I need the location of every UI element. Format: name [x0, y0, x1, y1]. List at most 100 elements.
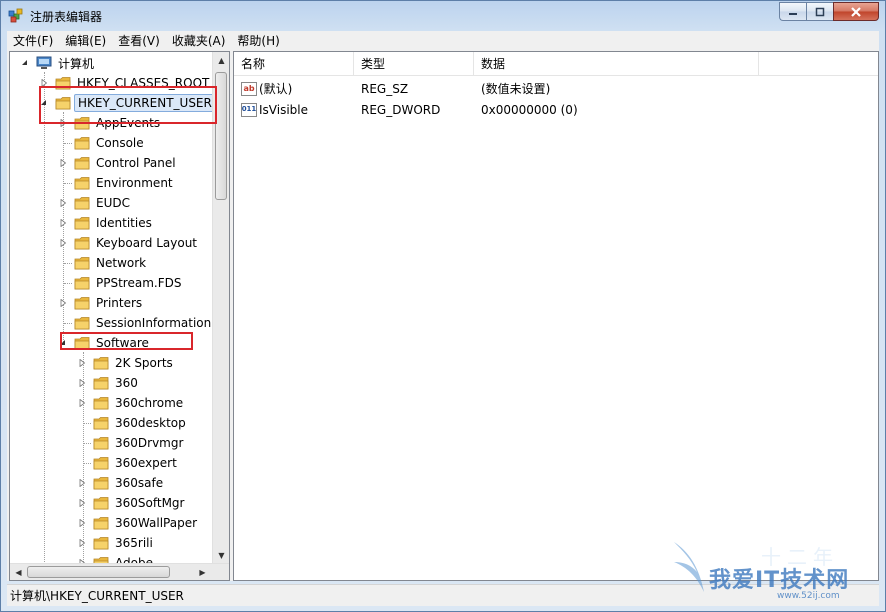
column-type[interactable]: 类型	[354, 52, 474, 76]
folder-icon	[74, 157, 90, 170]
expand-arrow-icon[interactable]	[77, 498, 87, 508]
scroll-right-arrow-icon[interactable]: ▶	[194, 564, 211, 580]
tree-horizontal-scrollbar[interactable]: ◀ ▶	[10, 563, 229, 580]
tree-label: Keyboard Layout	[96, 236, 198, 250]
tree-item-environment[interactable]: Environment	[58, 173, 176, 193]
folder-icon	[93, 357, 109, 370]
tree-label: Console	[96, 136, 144, 150]
expand-arrow-icon[interactable]	[58, 158, 68, 168]
tree-item-sessioninformation[interactable]: SessionInformation	[58, 313, 214, 333]
folder-icon	[74, 257, 90, 270]
expand-arrow-icon[interactable]	[77, 518, 87, 528]
expand-arrow-icon[interactable]	[58, 198, 68, 208]
value-type: REG_SZ	[361, 81, 409, 96]
value-data: 0x00000000 (0)	[481, 102, 578, 117]
tree-item-printers[interactable]: Printers	[58, 293, 145, 313]
tree-item-360expert[interactable]: 360expert	[77, 453, 180, 473]
value-row[interactable]: ab (默认) REG_SZ (数值未设置)	[234, 78, 878, 99]
window-title: 注册表编辑器	[30, 10, 103, 24]
highlight-box-hkcu	[39, 86, 217, 124]
tree-item-360softmgr[interactable]: 360SoftMgr	[77, 493, 188, 513]
close-button[interactable]	[833, 2, 879, 21]
tree-item-360chrome[interactable]: 360chrome	[77, 393, 186, 413]
folder-icon	[93, 517, 109, 530]
expand-arrow-icon[interactable]	[58, 238, 68, 248]
tree-label: 360expert	[115, 456, 177, 470]
tree-item-360safe[interactable]: 360safe	[77, 473, 166, 493]
folder-icon	[74, 177, 90, 190]
folder-icon	[74, 297, 90, 310]
tree-line	[83, 443, 91, 444]
value-data: (数值未设置)	[481, 82, 551, 96]
folder-icon	[93, 377, 109, 390]
tree-line	[64, 323, 72, 324]
folder-icon	[74, 237, 90, 250]
folder-icon	[74, 317, 90, 330]
tree-item-360wallpaper[interactable]: 360WallPaper	[77, 513, 200, 533]
tree-item-360desktop[interactable]: 360desktop	[77, 413, 189, 433]
tree-line	[83, 423, 91, 424]
expand-arrow-icon[interactable]	[58, 298, 68, 308]
folder-icon	[74, 197, 90, 210]
registry-editor-window: 注册表编辑器 文件(F) 编辑(E) 查看(V) 收藏夹(A) 帮助(H) 计算…	[0, 0, 886, 612]
scroll-thumb[interactable]	[27, 566, 170, 578]
minimize-icon	[789, 12, 797, 15]
title-bar[interactable]: 注册表编辑器	[1, 1, 885, 31]
folder-icon	[74, 137, 90, 150]
tree-line	[64, 283, 72, 284]
column-data[interactable]: 数据	[474, 52, 759, 76]
tree-line	[64, 263, 72, 264]
folder-icon	[93, 417, 109, 430]
tree-item-2k-sports[interactable]: 2K Sports	[77, 353, 176, 373]
menu-view[interactable]: 查看(V)	[112, 31, 166, 51]
tree-label: 2K Sports	[115, 356, 173, 370]
menu-edit[interactable]: 编辑(E)	[59, 31, 112, 51]
tree-item-360[interactable]: 360	[77, 373, 141, 393]
values-header: 名称 类型 数据	[234, 52, 878, 76]
tree-item-control-panel[interactable]: Control Panel	[58, 153, 179, 173]
tree-label: Network	[96, 256, 147, 270]
tree-vertical-scrollbar[interactable]: ▲ ▼	[212, 52, 229, 564]
expand-arrow-icon[interactable]	[77, 478, 87, 488]
menu-favorites[interactable]: 收藏夹(A)	[166, 31, 232, 51]
tree-label: 360WallPaper	[115, 516, 198, 530]
collapse-arrow-icon[interactable]	[20, 58, 30, 68]
computer-icon	[36, 56, 52, 69]
column-name[interactable]: 名称	[234, 52, 354, 76]
tree-item-computer[interactable]: 计算机	[20, 53, 97, 73]
expand-arrow-icon[interactable]	[77, 358, 87, 368]
tree-label: 360	[115, 376, 138, 390]
expand-arrow-icon[interactable]	[77, 378, 87, 388]
value-name: IsVisible	[259, 102, 308, 117]
folder-icon	[74, 217, 90, 230]
value-name: (默认)	[259, 82, 293, 96]
tree-label: 360SoftMgr	[115, 496, 185, 510]
scroll-up-arrow-icon[interactable]: ▲	[213, 52, 229, 69]
expand-arrow-icon[interactable]	[58, 218, 68, 228]
tree-item-360drvmgr[interactable]: 360Drvmgr	[77, 433, 186, 453]
tree-item-ppstream-fds[interactable]: PPStream.FDS	[58, 273, 184, 293]
values-pane[interactable]: 名称 类型 数据 ab (默认) REG_SZ (数值未设置) 011 IsVi…	[233, 51, 879, 581]
tree-label-computer: 计算机	[58, 56, 95, 71]
value-row[interactable]: 011 IsVisible REG_DWORD 0x00000000 (0)	[234, 99, 878, 120]
expand-arrow-icon[interactable]	[77, 538, 87, 548]
tree-label: SessionInformation	[96, 316, 212, 330]
maximize-button[interactable]	[806, 2, 833, 21]
maximize-icon	[815, 7, 825, 16]
menu-file[interactable]: 文件(F)	[7, 31, 59, 51]
tree-label: 360chrome	[115, 396, 184, 410]
tree-line	[83, 463, 91, 464]
minimize-button[interactable]	[779, 2, 806, 21]
tree-label: Environment	[96, 176, 173, 190]
scroll-left-arrow-icon[interactable]: ◀	[10, 564, 27, 580]
tree-label: 360desktop	[115, 416, 186, 430]
tree-pane[interactable]: 计算机 HKEY_CLASSES_ROOT HKEY_CURRENT_USER Ap…	[9, 51, 230, 581]
tree-item-identities[interactable]: Identities	[58, 213, 155, 233]
tree-item-keyboard-layout[interactable]: Keyboard Layout	[58, 233, 200, 253]
scroll-down-arrow-icon[interactable]: ▼	[213, 547, 229, 564]
tree-item-eudc[interactable]: EUDC	[58, 193, 133, 213]
expand-arrow-icon[interactable]	[77, 398, 87, 408]
menu-help[interactable]: 帮助(H)	[231, 31, 285, 51]
tree-label: 360safe	[115, 476, 164, 490]
tree-item-365rili[interactable]: 365rili	[77, 533, 156, 553]
